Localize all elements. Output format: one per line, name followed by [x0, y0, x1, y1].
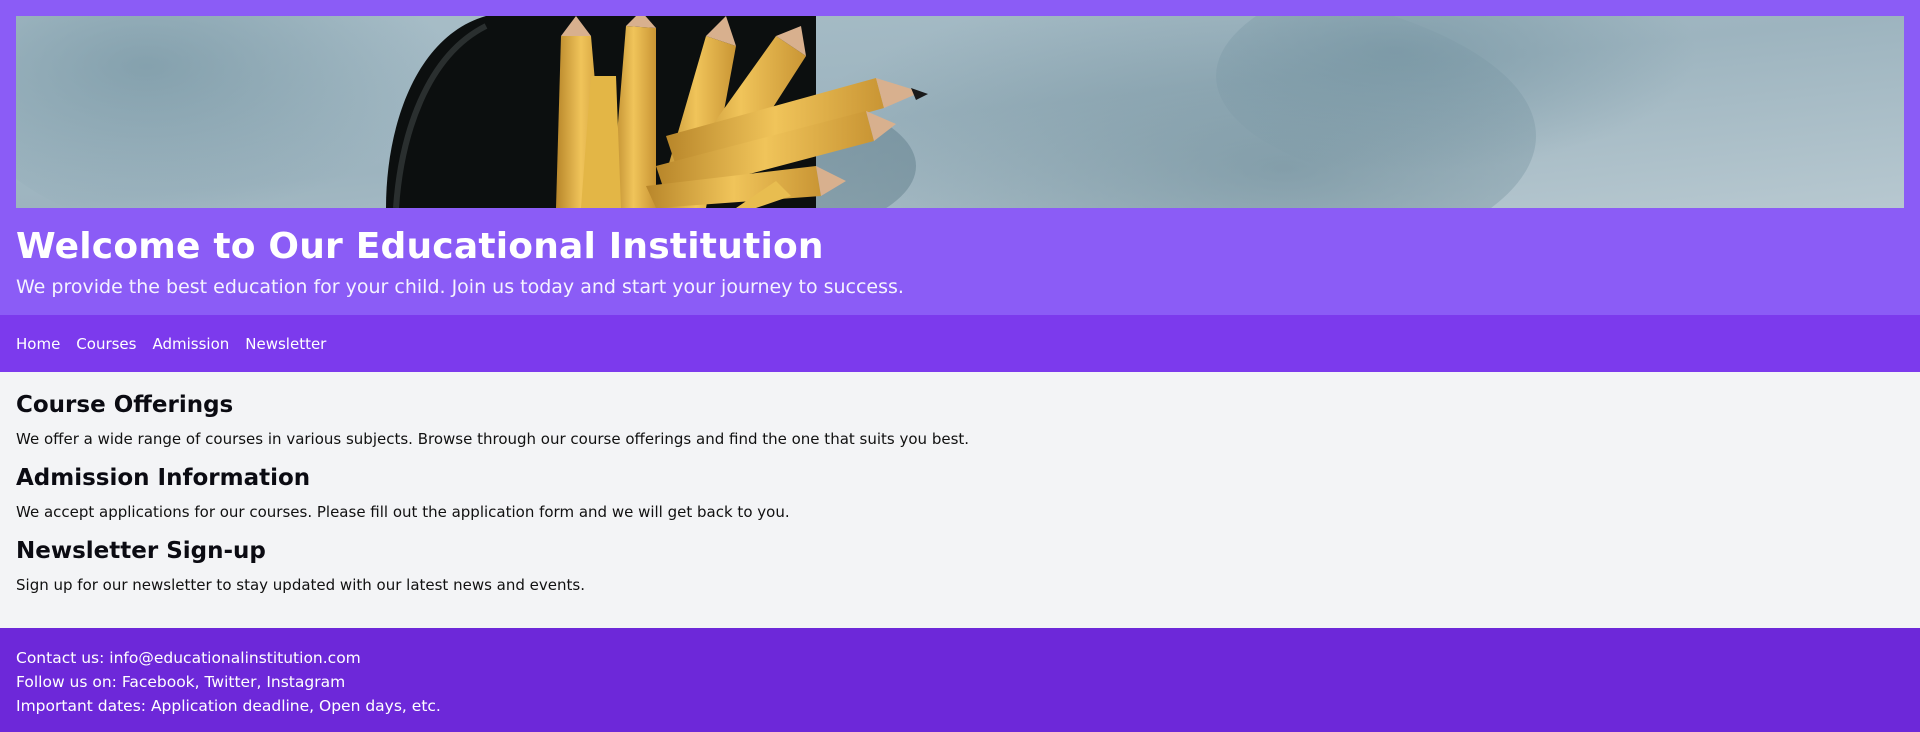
section-newsletter-signup: Newsletter Sign-up Sign up for our newsl… — [16, 536, 1904, 595]
pencils-photo — [16, 16, 1904, 208]
nav-item-courses[interactable]: Courses — [76, 334, 136, 354]
hero-header: Welcome to Our Educational Institution W… — [0, 0, 1920, 315]
hero-subtitle: We provide the best education for your c… — [16, 276, 904, 298]
footer-dates: Important dates: Application deadline, O… — [16, 697, 441, 715]
section-heading: Course Offerings — [16, 392, 234, 418]
footer-follow: Follow us on: Facebook, Twitter, Instagr… — [16, 673, 346, 691]
nav-item-home[interactable]: Home — [16, 334, 60, 354]
section-heading: Newsletter Sign-up — [16, 538, 266, 564]
nav-item-newsletter[interactable]: Newsletter — [245, 334, 326, 354]
nav-item-admission[interactable]: Admission — [152, 334, 229, 354]
section-course-offerings: Course Offerings We offer a wide range o… — [16, 390, 1904, 449]
page: Welcome to Our Educational Institution W… — [0, 0, 1920, 732]
main-nav: Home Courses Admission Newsletter — [0, 315, 1920, 372]
hero-banner-image — [16, 16, 1904, 208]
page-title: Welcome to Our Educational Institution — [16, 226, 824, 267]
section-heading: Admission Information — [16, 465, 311, 491]
page-footer: Contact us: info@educationalinstitution.… — [0, 628, 1920, 732]
section-body: We offer a wide range of courses in vari… — [16, 430, 970, 448]
section-admission-information: Admission Information We accept applicat… — [16, 463, 1904, 522]
footer-contact: Contact us: info@educationalinstitution.… — [16, 649, 361, 667]
section-body: We accept applications for our courses. … — [16, 503, 790, 521]
main-content: Course Offerings We offer a wide range o… — [0, 372, 1920, 628]
section-body: Sign up for our newsletter to stay updat… — [16, 576, 585, 594]
